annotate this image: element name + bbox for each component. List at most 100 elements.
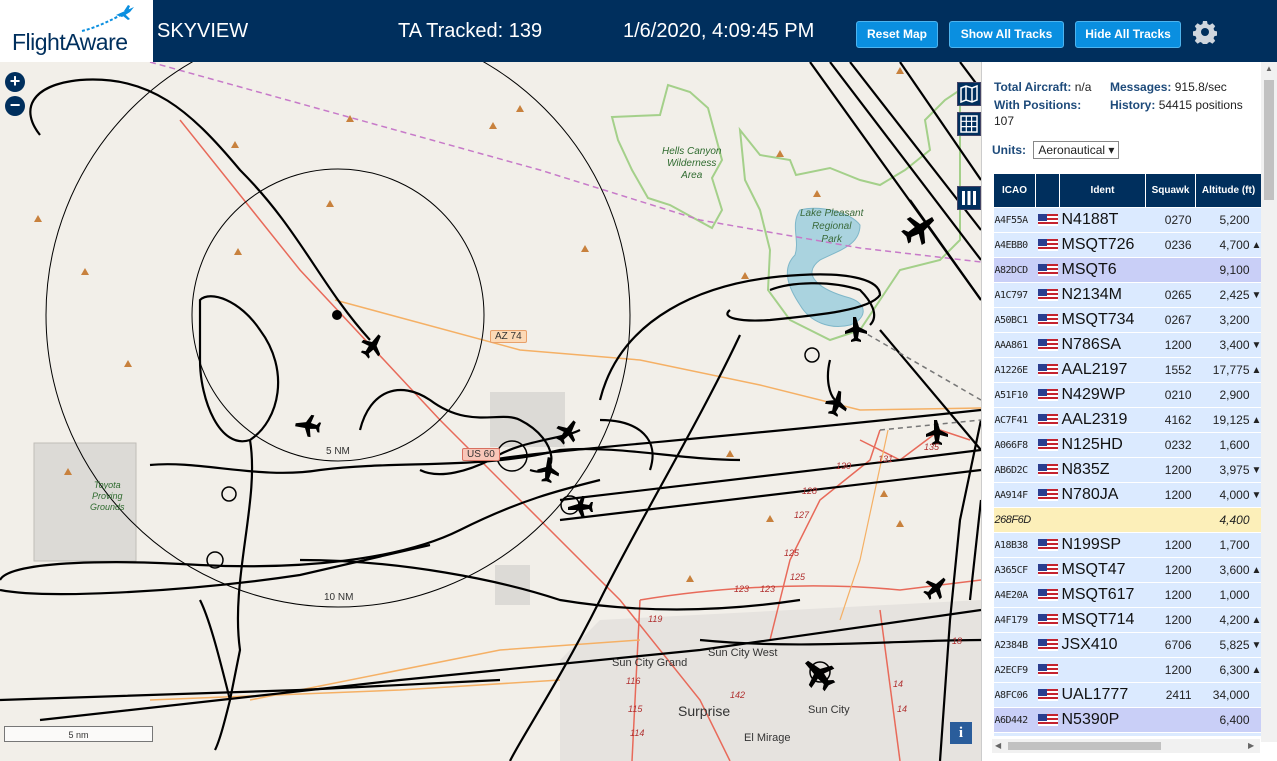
table-row[interactable]: A2ECF9 1200 6,300 ▲ [993,657,1261,683]
table-row[interactable]: A4F55A N4188T 0270 5,200 [993,207,1261,233]
cell-altitude: 34,000 [1195,682,1252,708]
us-flag-icon [1037,489,1058,501]
range-grid-button[interactable] [957,112,981,136]
hide-all-tracks-button[interactable]: Hide All Tracks [1075,21,1181,48]
cell-icao: A365CF [993,557,1036,583]
map-layers-button[interactable] [957,82,981,106]
cell-squawk: 0777 [1145,732,1196,736]
cell-icao: A2ECF9 [993,657,1036,683]
table-row[interactable]: A82DCD MSQT6 9,100 [993,257,1261,283]
cell-flag [1035,607,1060,633]
cell-ident: MSQT617 [1059,582,1146,608]
reset-map-button[interactable]: Reset Map [856,21,938,48]
flight-map[interactable]: Hells Canyon Wilderness Area Lake Pleasa… [0,62,981,761]
us-flag-icon [1037,439,1058,451]
route-number: 123 [734,584,750,594]
cell-icao: A51F10 [993,382,1036,408]
table-row[interactable]: A1226E AAL2197 1552 17,775 ▲ [993,357,1261,383]
altitude-trend-icon [1251,382,1261,408]
col-header-flag[interactable] [1035,173,1060,208]
us-flag-icon [1037,214,1058,226]
altitude-trend-icon [1251,507,1261,533]
table-row[interactable]: A4E20A MSQT617 1200 1,000 [993,582,1261,608]
aircraft-table-wrapper[interactable]: ICAO Ident Squawk Altitude (ft) A4F55A N4… [993,173,1261,736]
table-row[interactable]: A8FC06 UAL1777 2411 34,000 [993,682,1261,708]
col-header-ident[interactable]: Ident [1059,173,1146,208]
horizontal-scroll-thumb[interactable] [1008,742,1161,750]
lake-pleasant-label: Lake Pleasant Regional Park [800,208,864,245]
us-flag-icon [1037,314,1058,326]
cell-icao: A1226E [993,357,1036,383]
gear-icon[interactable] [1192,20,1218,46]
altitude-trend-icon [1251,582,1261,608]
us60-shield: US 60 [462,448,500,461]
altitude-trend-icon [1251,532,1261,558]
cell-flag [1035,707,1060,733]
town-sun-city-grand: Sun City Grand [612,657,688,669]
cell-flag [1035,532,1060,558]
scroll-left-icon[interactable]: ◀ [995,741,1001,750]
altitude-trend-icon [1251,307,1261,333]
altitude-trend-icon [1251,257,1261,283]
scroll-right-icon[interactable]: ▶ [1248,741,1254,750]
panel-vertical-scrollbar[interactable]: ▲ [1261,62,1277,742]
cell-icao: 268F6D [993,507,1036,533]
with-positions-stat: With Positions: 107 [994,97,1104,129]
info-button[interactable]: i [950,722,972,744]
cell-altitude: 4,400 [1195,507,1252,533]
az74-shield: AZ 74 [490,330,527,343]
with-positions-label: With Positions: [994,98,1082,112]
table-row[interactable]: A6D442 N5390P 6,400 [993,707,1261,733]
table-row[interactable]: 268F6D 4,400 [993,507,1261,533]
units-select[interactable]: Aeronautical ▾ [1033,141,1120,159]
table-row[interactable]: A1C797 N2134M 0265 2,425 ▼ [993,282,1261,308]
cell-flag [1035,557,1060,583]
route-number: 116 [626,676,641,686]
zoom-out-button[interactable]: − [5,96,25,116]
table-row[interactable]: AC7F41 AAL2319 4162 19,125 ▲ [993,407,1261,433]
table-header-row: ICAO Ident Squawk Altitude (ft) [993,173,1261,208]
cell-altitude: 3,200 [1195,307,1252,333]
table-horizontal-scrollbar[interactable]: ◀ ▶ [992,739,1260,753]
altitude-trend-icon [1251,682,1261,708]
town-sun-city-west: Sun City West [708,647,778,659]
table-row[interactable]: A4EBB0 MSQT726 0236 4,700 ▲ [993,232,1261,258]
altitude-trend-icon [1251,207,1261,233]
col-header-squawk[interactable]: Squawk [1145,173,1196,208]
zoom-in-button[interactable]: + [5,72,25,92]
table-row[interactable]: A50BC1 MSQT734 0267 3,200 [993,307,1261,333]
cell-ident [1059,657,1146,683]
table-row[interactable]: A51F10 N429WP 0210 2,900 [993,382,1261,408]
cell-icao: A50BC1 [993,307,1036,333]
cell-flag [1035,307,1060,333]
cell-squawk: 1200 [1145,332,1196,358]
table-row[interactable]: A365CF MSQT47 1200 3,600 ▲ [993,557,1261,583]
cell-altitude: 1,000 [1195,582,1252,608]
cell-squawk: 1200 [1145,482,1196,508]
altitude-trend-icon: ▲ [1251,607,1261,633]
cell-icao: A8FC06 [993,682,1036,708]
table-row[interactable]: AB6D2C N835Z 1200 3,975 ▼ [993,457,1261,483]
show-all-tracks-button[interactable]: Show All Tracks [949,21,1064,48]
cell-squawk: 6706 [1145,632,1196,658]
cell-altitude: 3,400 [1195,332,1252,358]
scroll-up-icon[interactable]: ▲ [1265,64,1273,73]
us-flag-icon [1037,714,1058,726]
table-row[interactable]: AAA861 N786SA 1200 3,400 ▼ [993,332,1261,358]
col-header-altitude[interactable]: Altitude (ft) [1194,173,1261,208]
logo-text: FlightAware [12,29,128,55]
table-row[interactable]: A18B38 N199SP 1200 1,700 [993,532,1261,558]
table-row[interactable]: A2FF8B N2883Y077712,150▲ [993,732,1261,736]
us-flag-icon [1037,564,1058,576]
table-row[interactable]: A2384B JSX410 6706 5,825 ▼ [993,632,1261,658]
col-header-icao[interactable]: ICAO [993,173,1036,208]
flightaware-logo[interactable]: FlightAware [0,0,153,62]
us-flag-icon [1037,664,1058,676]
route-number: 127 [794,510,810,520]
vertical-scroll-thumb[interactable] [1264,80,1274,200]
table-row[interactable]: A4F179 MSQT714 1200 4,200 ▲ [993,607,1261,633]
table-row[interactable]: AA914F N780JA 1200 4,000 ▼ [993,482,1261,508]
columns-toggle-button[interactable] [957,186,981,210]
cell-flag [1035,632,1060,658]
table-row[interactable]: A066F8 N125HD 0232 1,600 [993,432,1261,458]
